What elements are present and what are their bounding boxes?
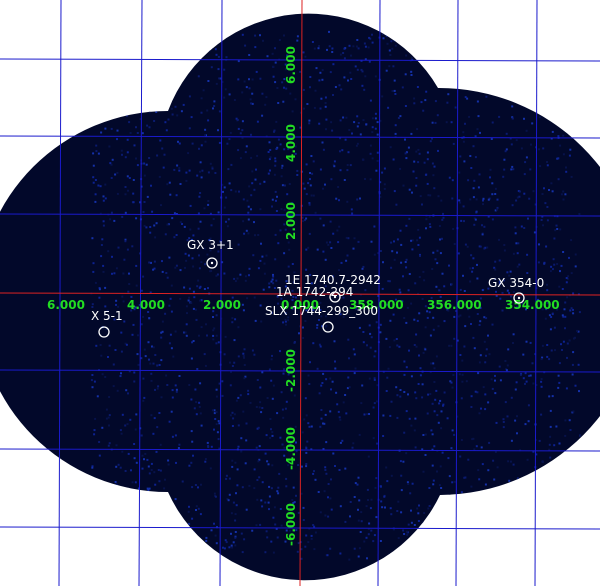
y-tick-label: 2.000 — [284, 202, 298, 240]
y-tick-label: 4.000 — [284, 124, 298, 162]
x-tick-label: 2.000 — [203, 298, 241, 312]
source-1a-1742[interactable]: 1A 1742-294 — [276, 285, 353, 299]
x-tick-label: 356.000 — [427, 298, 482, 312]
y-tick-label: -6.000 — [284, 503, 298, 546]
y-tick-label: 6.000 — [284, 46, 298, 84]
sky-map: 6.000 4.000 2.000 0.000 358.000 356.000 … — [0, 0, 600, 586]
y-tick-label: -2.000 — [284, 349, 298, 392]
x-tick-label: 4.000 — [127, 298, 165, 312]
x-tick-label: 354.000 — [505, 298, 560, 312]
source-label: 1A 1742-294 — [276, 285, 353, 299]
source-label: GX 3+1 — [187, 238, 234, 252]
x-tick-label: 6.000 — [47, 298, 85, 312]
y-tick-label: -4.000 — [284, 427, 298, 470]
source-label: GX 354-0 — [488, 276, 544, 290]
source-label: X 5-1 — [91, 309, 123, 323]
source-label: SLX 1744-299_300 — [265, 304, 378, 318]
